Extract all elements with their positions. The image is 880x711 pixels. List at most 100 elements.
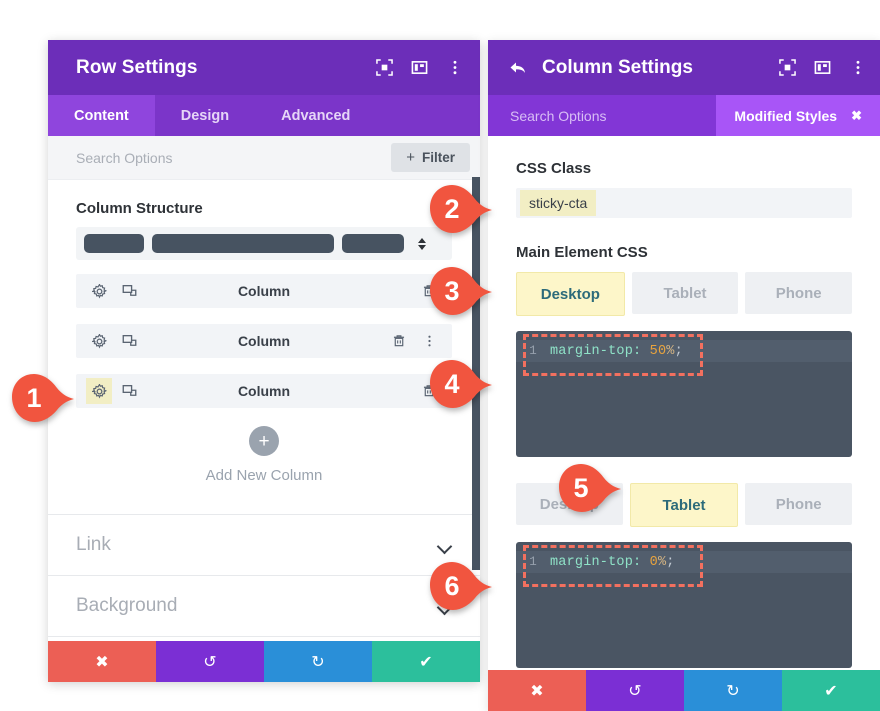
css-semicolon: ;: [674, 343, 683, 359]
cancel-button[interactable]: ✖: [488, 670, 586, 711]
device-tab-desktop[interactable]: Desktop: [516, 272, 625, 316]
tab-content[interactable]: Content: [48, 95, 155, 136]
column-settings-title: Column Settings: [542, 56, 693, 78]
css-class-value: sticky-cta: [520, 190, 597, 216]
redo-button[interactable]: ↻: [264, 641, 372, 682]
row-settings-action-bar: ✖ ↺ ↻ ✔: [48, 641, 480, 682]
duplicate-icon[interactable]: [116, 378, 142, 404]
accordion-link[interactable]: Link: [48, 515, 480, 576]
layout-panel-icon[interactable]: [814, 59, 831, 76]
column-search-input[interactable]: Search Options: [510, 108, 716, 124]
modified-styles-badge[interactable]: Modified Styles ✖: [716, 95, 880, 136]
callout-marker-3: 3: [428, 265, 494, 317]
main-element-css-label: Main Element CSS: [516, 244, 648, 261]
kebab-menu-icon[interactable]: [446, 59, 463, 76]
row-settings-title: Row Settings: [76, 56, 198, 78]
css-unit: %: [666, 343, 675, 359]
callout-marker-6: 6: [428, 560, 494, 612]
column-structure-preview[interactable]: [76, 227, 452, 260]
trash-icon[interactable]: [386, 328, 412, 354]
code-editor-desktop-wrap: 1 margin-top: 50%;: [516, 331, 852, 457]
css-class-label: CSS Class: [516, 160, 592, 177]
css-semicolon: ;: [666, 554, 675, 570]
callout-number: 4: [444, 368, 460, 399]
column-settings-body: CSS Class sticky-cta Main Element CSS De…: [488, 136, 880, 694]
row-search-bar: Search Options + Filter: [48, 136, 480, 180]
callout-marker-1: 1: [10, 372, 76, 424]
column-settings-header: Column Settings: [488, 40, 880, 95]
layout-panel-icon[interactable]: [411, 59, 428, 76]
kebab-menu-icon[interactable]: [416, 328, 442, 354]
row-settings-body: Column Structure Column Column Column + …: [48, 180, 480, 682]
callout-number: 2: [444, 193, 460, 224]
code-line: 1 margin-top: 50%;: [516, 340, 852, 362]
structure-stepper-icon[interactable]: [418, 237, 426, 250]
table-row[interactable]: Column: [76, 324, 452, 358]
callout-number: 3: [444, 275, 460, 306]
column-settings-header-icons: [779, 59, 866, 76]
code-line: 1 margin-top: 0%;: [516, 551, 852, 573]
device-tab-tablet[interactable]: Tablet: [631, 272, 739, 314]
line-number: 1: [529, 555, 537, 569]
fullscreen-icon[interactable]: [779, 59, 796, 76]
back-arrow-icon[interactable]: [508, 59, 528, 77]
callout-number: 5: [573, 472, 589, 503]
save-button[interactable]: ✔: [372, 641, 480, 682]
kebab-menu-icon[interactable]: [849, 59, 866, 76]
callout-marker-2: 2: [428, 183, 494, 235]
filter-button-label: Filter: [421, 150, 455, 165]
callout-marker-4: 4: [428, 358, 494, 410]
modified-styles-label: Modified Styles: [734, 107, 838, 124]
close-icon[interactable]: ✖: [851, 108, 862, 124]
accordion-link-label: Link: [76, 534, 111, 555]
device-tab-phone[interactable]: Phone: [745, 272, 853, 314]
duplicate-icon[interactable]: [116, 278, 142, 304]
row-settings-header-icons: [376, 59, 463, 76]
callout-number: 1: [26, 382, 42, 413]
column-row-2-tools: [86, 328, 142, 354]
tab-design[interactable]: Design: [155, 95, 255, 136]
device-tab-tablet-2[interactable]: Tablet: [629, 483, 739, 527]
add-new-column-button[interactable]: + Add New Column: [76, 424, 452, 484]
code-editor-desktop[interactable]: 1 margin-top: 50%;: [516, 331, 852, 457]
structure-chip-3: [342, 234, 404, 253]
cancel-button[interactable]: ✖: [48, 641, 156, 682]
device-tab-phone-2[interactable]: Phone: [745, 483, 853, 525]
device-toggle-desktop-group: Desktop Tablet Phone: [516, 272, 853, 316]
gear-icon[interactable]: [86, 278, 112, 304]
row-settings-header: Row Settings: [48, 40, 480, 95]
chevron-down-icon: [438, 541, 452, 549]
css-value: 50: [649, 343, 667, 359]
column-settings-panel: Column Settings Search Options Modified …: [488, 40, 880, 711]
column-row-1-tools: [86, 278, 142, 304]
structure-chip-1: [84, 234, 144, 253]
callout-number: 6: [444, 570, 460, 601]
gear-icon[interactable]: [86, 328, 112, 354]
table-row[interactable]: Column: [76, 374, 452, 408]
css-property: margin-top:: [550, 343, 642, 359]
accordion-background[interactable]: Background: [48, 576, 480, 637]
filter-button[interactable]: + Filter: [391, 143, 470, 172]
css-class-input[interactable]: sticky-cta: [516, 188, 852, 218]
redo-button[interactable]: ↻: [684, 670, 782, 711]
code-editor-tablet[interactable]: 1 margin-top: 0%;: [516, 542, 852, 668]
column-search-bar: Search Options Modified Styles ✖: [488, 95, 880, 136]
tab-advanced[interactable]: Advanced: [255, 95, 376, 136]
column-settings-action-bar: ✖ ↺ ↻ ✔: [488, 670, 880, 711]
column-row-2-actions: [386, 328, 442, 354]
table-row[interactable]: Column: [76, 274, 452, 308]
code-editor-tablet-wrap: 1 margin-top: 0%;: [516, 542, 852, 668]
plus-icon: +: [406, 149, 415, 166]
css-value: 0: [649, 554, 658, 570]
undo-button[interactable]: ↺: [156, 641, 264, 682]
save-button[interactable]: ✔: [782, 670, 880, 711]
gear-icon[interactable]: [86, 378, 112, 404]
plus-icon: +: [249, 426, 279, 456]
structure-chip-2: [152, 234, 334, 253]
accordion-background-label: Background: [76, 595, 178, 616]
fullscreen-icon[interactable]: [376, 59, 393, 76]
row-search-input[interactable]: Search Options: [76, 150, 391, 166]
undo-button[interactable]: ↺: [586, 670, 684, 711]
column-row-3-tools: [86, 378, 142, 404]
duplicate-icon[interactable]: [116, 328, 142, 354]
